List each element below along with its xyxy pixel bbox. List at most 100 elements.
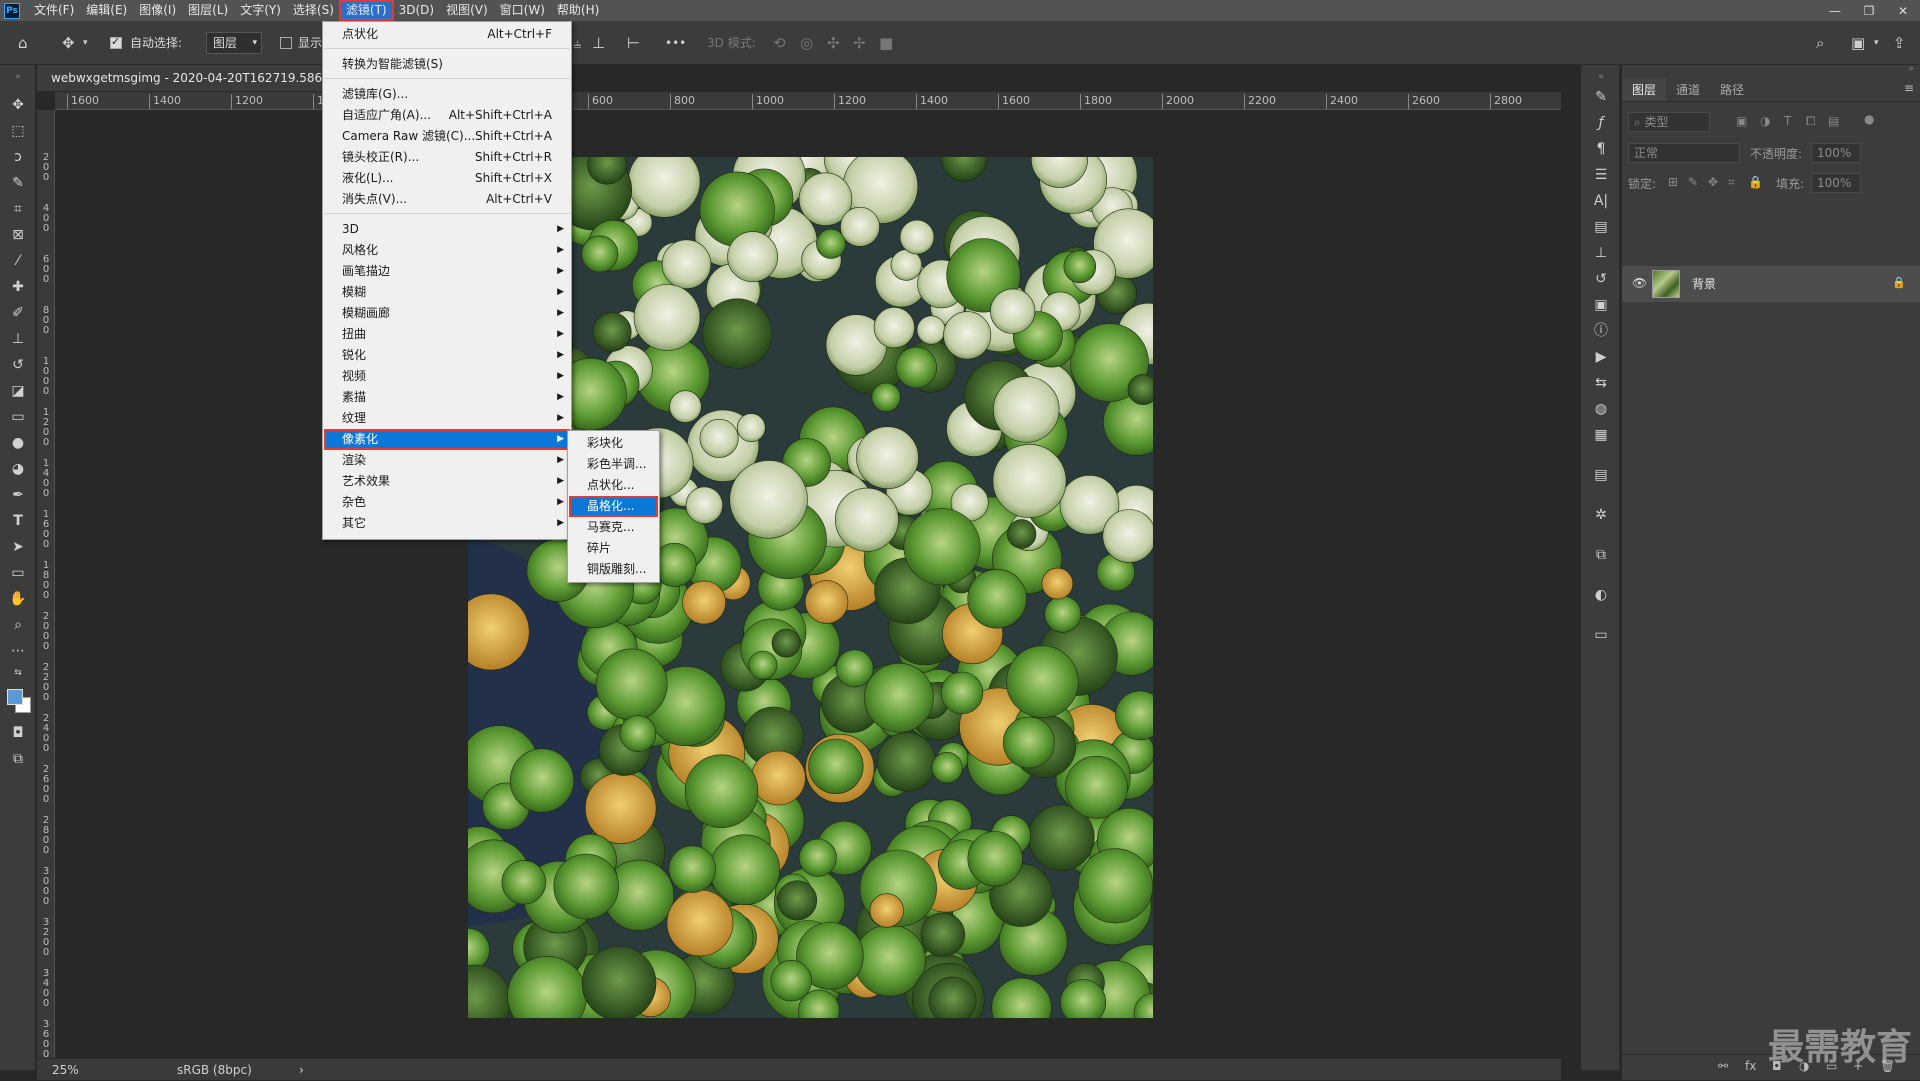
workspace-icon[interactable]: ▣: [1851, 21, 1865, 65]
history-brush-tool-icon[interactable]: ↺: [8, 355, 28, 375]
blur-tool-icon[interactable]: ●: [8, 433, 28, 453]
align-left-icon[interactable]: ⊥: [592, 21, 605, 65]
properties-icon[interactable]: ✲: [1591, 505, 1611, 525]
menu-3[interactable]: 图层(L): [182, 1, 234, 20]
libraries-icon[interactable]: ƒ: [1591, 113, 1611, 133]
color-profile[interactable]: sRGB (8bpc): [177, 1059, 252, 1081]
chevron-down-icon[interactable]: ▾: [1874, 21, 1879, 65]
zoom-tool-icon[interactable]: ⌕: [8, 615, 28, 635]
fx-icon[interactable]: fx: [1745, 1059, 1756, 1073]
paragraph-icon[interactable]: ¶: [1591, 139, 1611, 159]
chevron-down-icon[interactable]: ▾: [83, 21, 88, 65]
filter-menu-item[interactable]: 其它 ▶: [324, 513, 570, 534]
zoom-level[interactable]: 25%: [52, 1059, 79, 1081]
layers-panel-tab[interactable]: 路径: [1710, 78, 1754, 101]
opacity-field[interactable]: 100%: [1811, 143, 1861, 163]
history-icon[interactable]: ↺: [1591, 269, 1611, 289]
healing-brush-tool-icon[interactable]: ✚: [8, 277, 28, 297]
filter-menu-item[interactable]: 点状化 Alt+Ctrl+F: [324, 24, 570, 45]
color-icon[interactable]: ◐: [1591, 585, 1611, 605]
filter-menu-item[interactable]: 画笔描边 ▶: [324, 261, 570, 282]
filter-type-icon[interactable]: T: [1784, 114, 1791, 128]
pixelate-submenu-item[interactable]: 彩色半调...: [569, 454, 658, 475]
filter-menu-item[interactable]: 消失点(V)... Alt+Ctrl+V: [324, 189, 570, 210]
filter-menu-item[interactable]: 滤镜库(G)...: [324, 84, 570, 105]
document-tab[interactable]: webwxgetmsgimg - 2020-04-20T162719.586.j…: [37, 65, 345, 92]
rectangle-tool-icon[interactable]: ▭: [8, 563, 28, 583]
menu-8[interactable]: 视图(V): [440, 1, 494, 20]
info-icon[interactable]: ⓘ: [1591, 321, 1611, 341]
home-icon[interactable]: ⌂: [18, 21, 28, 65]
blend-mode-select[interactable]: 正常: [1628, 143, 1740, 163]
filter-menu-item[interactable]: 转换为智能滤镜(S): [324, 54, 570, 75]
filter-smart-object-icon[interactable]: ▤: [1828, 114, 1839, 128]
close-button[interactable]: ✕: [1886, 0, 1920, 21]
lock-position-icon[interactable]: ✥: [1708, 175, 1718, 189]
3d-panel-icon[interactable]: ◍: [1591, 399, 1611, 419]
layer-row[interactable]: 👁 背景 🔒: [1622, 266, 1920, 302]
lock-artboard-icon[interactable]: ⌗: [1728, 175, 1735, 190]
menu-7[interactable]: 3D(D): [393, 1, 440, 20]
character-icon[interactable]: A|: [1591, 191, 1611, 211]
type-tool-icon[interactable]: T: [8, 511, 28, 531]
filter-menu-item[interactable]: 模糊 ▶: [324, 282, 570, 303]
3d-pan-icon[interactable]: ✣: [827, 21, 840, 65]
canvas-area[interactable]: [55, 110, 1561, 1058]
quick-mask-icon[interactable]: ◘: [8, 723, 28, 743]
menu-10[interactable]: 帮助(H): [551, 1, 605, 20]
swap-colors-icon[interactable]: ⇆: [8, 663, 28, 683]
3d-roll-icon[interactable]: ◎: [800, 21, 813, 65]
filter-menu-item[interactable]: 镜头校正(R)... Shift+Ctrl+R: [324, 147, 570, 168]
filter-menu-item[interactable]: 扭曲 ▶: [324, 324, 570, 345]
pixelate-submenu-item[interactable]: 马赛克...: [569, 517, 658, 538]
gradient-tool-icon[interactable]: ▭: [8, 407, 28, 427]
menu-1[interactable]: 编辑(E): [80, 1, 133, 20]
filter-menu-item[interactable]: 风格化 ▶: [324, 240, 570, 261]
filter-menu-item[interactable]: 杂色 ▶: [324, 492, 570, 513]
frame-tool-icon[interactable]: ⊠: [8, 225, 28, 245]
quick-select-tool-icon[interactable]: ✎: [8, 173, 28, 193]
menu-0[interactable]: 文件(F): [28, 1, 80, 20]
screen-mode-icon[interactable]: ⧉: [8, 749, 28, 769]
align-bottom-icon[interactable]: ⫨: [573, 21, 581, 65]
filter-menu-item[interactable]: 艺术效果 ▶: [324, 471, 570, 492]
horizontal-ruler[interactable]: 1600140012001000800400600800100012001400…: [55, 92, 1561, 110]
filter-menu-item[interactable]: 自适应广角(A)... Alt+Shift+Ctrl+A: [324, 105, 570, 126]
crop-tool-icon[interactable]: ⌗: [8, 199, 28, 219]
filter-toggle-icon[interactable]: ●: [1864, 112, 1874, 126]
filter-menu-item[interactable]: 素描 ▶: [324, 387, 570, 408]
pixelate-submenu-item[interactable]: 铜版雕刻...: [569, 559, 658, 580]
marquee-tool-icon[interactable]: ⬚: [8, 121, 28, 141]
filter-menu-item[interactable]: 锐化 ▶: [324, 345, 570, 366]
brush-settings-icon[interactable]: ✎: [1591, 87, 1611, 107]
fill-field[interactable]: 100%: [1811, 173, 1861, 193]
panel-menu-icon[interactable]: ≡: [1904, 81, 1914, 95]
lock-transparent-icon[interactable]: ⊞: [1668, 175, 1678, 189]
3d-scale-icon[interactable]: ■: [879, 21, 893, 65]
auto-select-checkbox[interactable]: [110, 35, 122, 49]
collapse-icon[interactable]: »: [1908, 64, 1914, 74]
pixelate-submenu-item[interactable]: 彩块化: [569, 433, 658, 454]
menu-5[interactable]: 选择(S): [287, 1, 340, 20]
adjustments-icon[interactable]: ☰: [1591, 165, 1611, 185]
filter-menu-item[interactable]: 渲染 ▶: [324, 450, 570, 471]
auto-select-target-select[interactable]: 图层 ▾: [206, 32, 262, 54]
share-icon[interactable]: ⇪: [1893, 21, 1906, 65]
status-info-arrow[interactable]: ›: [299, 1059, 304, 1081]
menu-9[interactable]: 窗口(W): [494, 1, 551, 20]
filter-pixel-icon[interactable]: ▣: [1736, 114, 1747, 128]
eraser-tool-icon[interactable]: ◪: [8, 381, 28, 401]
collapse-icon[interactable]: »: [8, 67, 28, 87]
filter-menu-item[interactable]: 液化(L)... Shift+Ctrl+X: [324, 168, 570, 189]
lasso-tool-icon[interactable]: ↄ: [8, 147, 28, 167]
move-tool-icon[interactable]: ✥: [8, 95, 28, 115]
collapse-icon[interactable]: «: [1591, 67, 1611, 87]
3d-orbit-icon[interactable]: ⟲: [773, 21, 786, 65]
menu-6[interactable]: 滤镜(T): [338, 0, 394, 21]
pixelate-submenu-item[interactable]: 碎片: [569, 538, 658, 559]
lock-all-icon[interactable]: 🔒: [1748, 175, 1763, 189]
clone-source-icon[interactable]: ⊥: [1591, 243, 1611, 263]
3d-slide-icon[interactable]: ✢: [853, 21, 866, 65]
gradients-icon[interactable]: ▭: [1591, 625, 1611, 645]
path-select-tool-icon[interactable]: ➤: [8, 537, 28, 557]
